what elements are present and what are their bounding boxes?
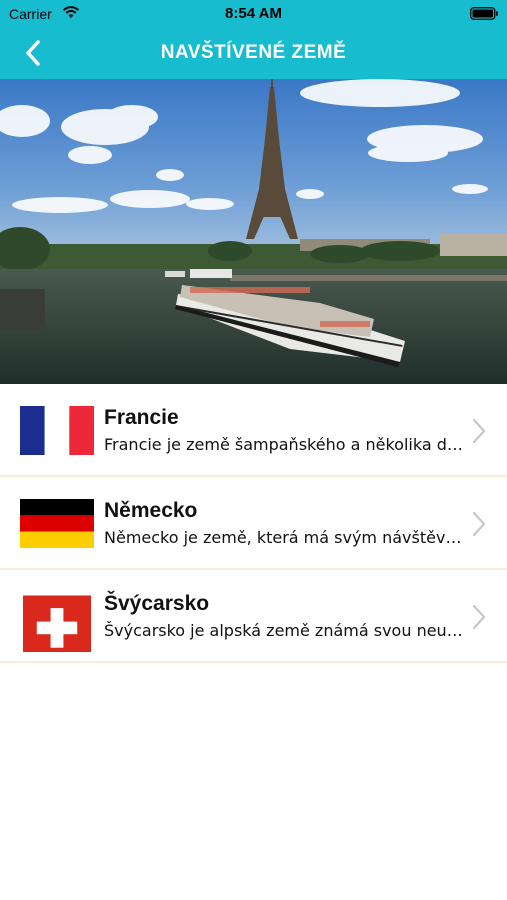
status-bar: Carrier 8:54 AM xyxy=(0,0,507,28)
list-item-francie[interactable]: Francie Francie je země šampaňského a ně… xyxy=(0,384,507,477)
country-description: Německo je země, která má svým návštěvní… xyxy=(104,528,464,547)
list-item-svycarsko[interactable]: Švýcarsko Švýcarsko je alpská země známá… xyxy=(0,570,507,663)
page-title: NAVŠTÍVENÉ ZEMĚ xyxy=(160,42,347,63)
status-time: 8:54 AM xyxy=(225,5,282,22)
chevron-right-icon xyxy=(472,418,486,444)
flag-switzerland-icon xyxy=(23,595,91,652)
country-description: Francie je země šampaňského a několika d… xyxy=(104,435,464,454)
hero-image xyxy=(0,79,507,384)
navigation-header: Carrier 8:54 AM NAVŠTÍVENÉ ZEMĚ xyxy=(0,0,507,79)
flag-germany-icon xyxy=(20,499,94,548)
list-item-nemecko[interactable]: Německo Německo je země, která má svým n… xyxy=(0,477,507,570)
country-description: Švýcarsko je alpská země známá svou neut… xyxy=(104,621,464,640)
country-name: Švýcarsko xyxy=(104,592,210,615)
eiffel-tower-seine-photo xyxy=(0,79,507,384)
countries-list: Francie Francie je země šampaňského a ně… xyxy=(0,384,507,663)
country-name: Německo xyxy=(104,499,198,522)
nav-bar: NAVŠTÍVENÉ ZEMĚ xyxy=(0,28,507,79)
country-name: Francie xyxy=(104,406,179,429)
flag-france-icon xyxy=(20,406,94,455)
chevron-right-icon xyxy=(472,604,486,630)
battery-icon xyxy=(470,7,498,20)
chevron-right-icon xyxy=(472,511,486,537)
